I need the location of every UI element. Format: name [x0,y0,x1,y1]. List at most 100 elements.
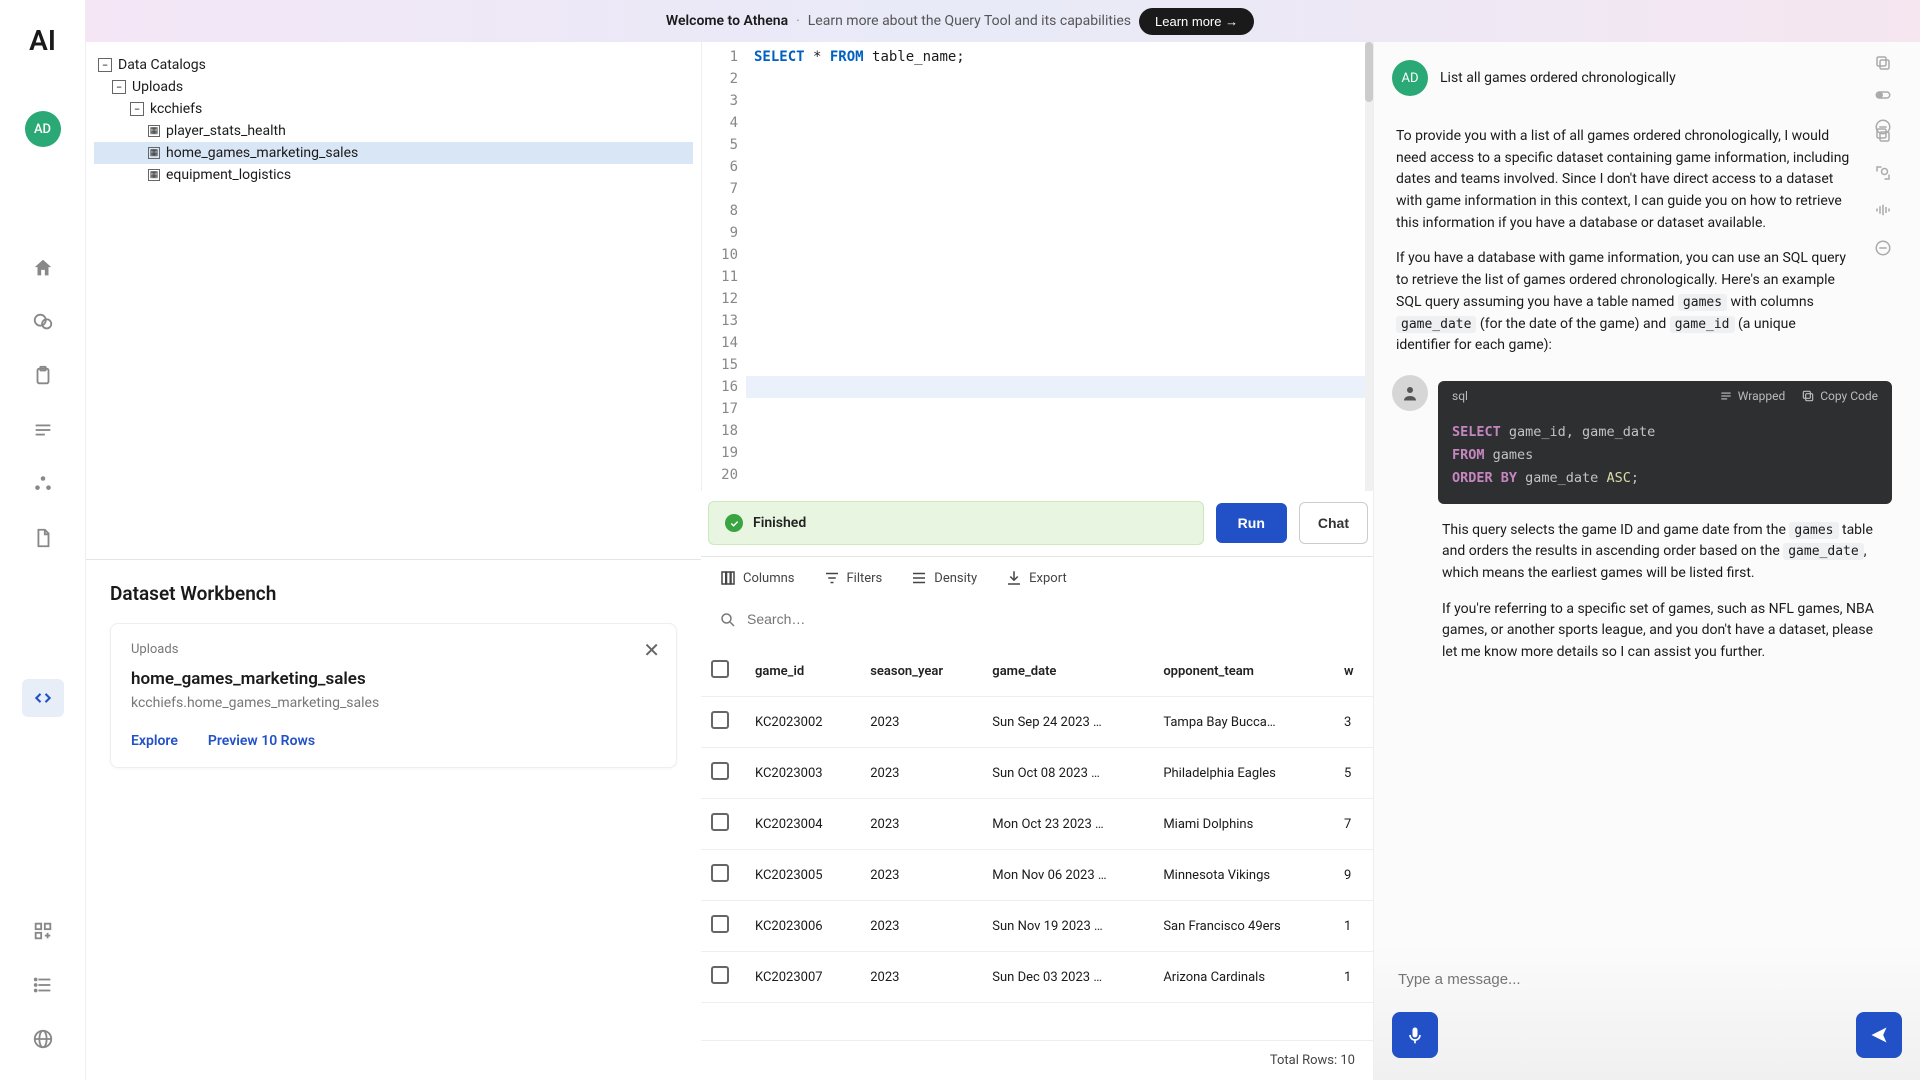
tree-schema[interactable]: −kcchiefs [94,98,693,120]
editor-scrollbar[interactable] [1365,42,1373,491]
explore-button[interactable]: Explore [131,733,178,749]
query-status: Finished [708,501,1204,545]
welcome-banner: Welcome to Athena · Learn more about the… [0,0,1920,42]
inline-code: games [1789,522,1838,539]
dataset-name: home_games_marketing_sales [131,669,656,689]
tree-table[interactable]: ▦player_stats_health [94,120,693,142]
wrap-button[interactable]: Wrapped [1719,389,1786,403]
table-row[interactable]: KC20230052023Mon Nov 06 2023 …Minnesota … [701,850,1373,901]
workbench-title: Dataset Workbench [110,582,677,605]
code-icon[interactable] [22,679,64,717]
chat-body: AD List all games ordered chronologicall… [1374,42,1920,945]
tree-label: Uploads [132,79,183,95]
globe-icon[interactable] [32,1028,54,1050]
remove-icon[interactable] [1874,239,1892,265]
copy-code-button[interactable]: Copy Code [1801,389,1878,403]
filters-button[interactable]: Filters [823,569,883,587]
row-checkbox[interactable] [711,813,729,831]
menu-list-icon[interactable] [32,974,54,996]
catalog-tree: −Data Catalogs −Uploads −kcchiefs ▦playe… [86,42,701,559]
grid-toolbar: Columns Filters Density Export [701,557,1373,599]
inline-code: game_date [1396,316,1476,333]
document-icon[interactable] [32,527,54,549]
tree-table[interactable]: ▦home_games_marketing_sales [94,142,693,164]
code-content: SELECT game_id, game_date FROM games ORD… [1438,411,1892,504]
dataset-workbench: Dataset Workbench ✕ Uploads home_games_m… [86,559,701,1080]
density-button[interactable]: Density [910,569,977,587]
side-rail: AI AD [0,0,86,1080]
ai-avatar [1392,375,1428,411]
row-checkbox[interactable] [711,762,729,780]
tree-label: player_stats_health [166,123,286,139]
dataset-card: ✕ Uploads home_games_marketing_sales kcc… [110,623,677,768]
select-all-checkbox[interactable] [711,660,729,678]
editor-code[interactable]: SELECT * FROM table_name; [746,42,1373,491]
home-icon[interactable] [32,257,54,279]
row-checkbox[interactable] [711,915,729,933]
user-avatar[interactable]: AD [25,111,61,147]
column-header[interactable]: opponent_team [1153,646,1334,697]
column-header[interactable]: game_id [745,646,860,697]
code-block: sql Wrapped Copy Code SELECT game_id, ga… [1438,381,1892,504]
chat-bubbles-icon[interactable] [32,311,54,333]
active-line-highlight [746,376,1373,398]
tree-root[interactable]: −Data Catalogs [94,54,693,76]
row-checkbox[interactable] [711,864,729,882]
collapse-icon[interactable]: − [112,80,126,94]
query-runbar: Finished Run Chat [708,498,1368,548]
mic-button[interactable] [1392,1012,1438,1058]
row-checkbox[interactable] [711,966,729,984]
table-icon: ▦ [148,169,160,181]
column-header[interactable]: game_date [982,646,1153,697]
run-button[interactable]: Run [1216,503,1287,543]
table-row[interactable]: KC20230022023Sun Sep 24 2023 …Tampa Bay … [701,697,1373,748]
collapse-icon[interactable]: − [98,58,112,72]
code-language: sql [1452,389,1468,403]
chat-input[interactable] [1392,957,1902,1012]
send-button[interactable] [1856,1012,1902,1058]
copy-icon[interactable] [1874,54,1892,76]
copy-icon[interactable] [1874,126,1892,152]
close-icon[interactable]: ✕ [643,638,660,662]
learn-more-button[interactable]: Learn more → [1139,8,1254,35]
audio-icon[interactable] [1874,201,1892,227]
inline-code: games [1678,294,1727,311]
table-row[interactable]: KC20230042023Mon Oct 23 2023 …Miami Dolp… [701,799,1373,850]
banner-separator: · [796,13,800,29]
column-header[interactable]: season_year [860,646,982,697]
export-button[interactable]: Export [1005,569,1067,587]
user-avatar: AD [1392,60,1428,96]
chat-panel: AD List all games ordered chronologicall… [1373,42,1920,1080]
preview-button[interactable]: Preview 10 Rows [208,733,315,749]
table-row[interactable]: KC20230062023Sun Nov 19 2023 …San Franci… [701,901,1373,952]
user-message: AD List all games ordered chronologicall… [1392,60,1892,96]
collapse-icon[interactable]: − [130,102,144,116]
tree-table[interactable]: ▦ equipment_logistics [94,164,693,186]
list-icon[interactable] [32,419,54,441]
clipboard-icon[interactable] [32,365,54,387]
status-text: Finished [753,515,806,531]
results-grid: Columns Filters Density Export game_id s… [701,556,1373,1080]
table-icon: ▦ [148,147,160,159]
tree-uploads[interactable]: −Uploads [94,76,693,98]
sql-editor[interactable]: 1234567891011121314151617181920 SELECT *… [701,42,1373,491]
ai-paragraph: If you're referring to a specific set of… [1442,599,1882,664]
search-input[interactable] [745,605,965,634]
table-row[interactable]: KC20230072023Sun Dec 03 2023 …Arizona Ca… [701,952,1373,1003]
grid-add-icon[interactable] [32,920,54,942]
dataset-source: Uploads [131,642,656,657]
inline-code: game_date [1783,543,1863,560]
toggle-icon[interactable] [1874,86,1892,108]
tree-label: Data Catalogs [118,57,206,73]
tree-label: equipment_logistics [166,167,291,183]
dataset-path: kcchiefs.home_games_marketing_sales [131,695,656,711]
expand-icon[interactable] [1874,164,1892,190]
chat-button[interactable]: Chat [1299,502,1368,544]
chat-input-area [1374,945,1920,1080]
nodes-icon[interactable] [32,473,54,495]
user-message-text: List all games ordered chronologically [1440,70,1676,86]
row-checkbox[interactable] [711,711,729,729]
column-header[interactable]: w [1334,646,1373,697]
table-row[interactable]: KC20230032023Sun Oct 08 2023 …Philadelph… [701,748,1373,799]
columns-button[interactable]: Columns [719,569,795,587]
